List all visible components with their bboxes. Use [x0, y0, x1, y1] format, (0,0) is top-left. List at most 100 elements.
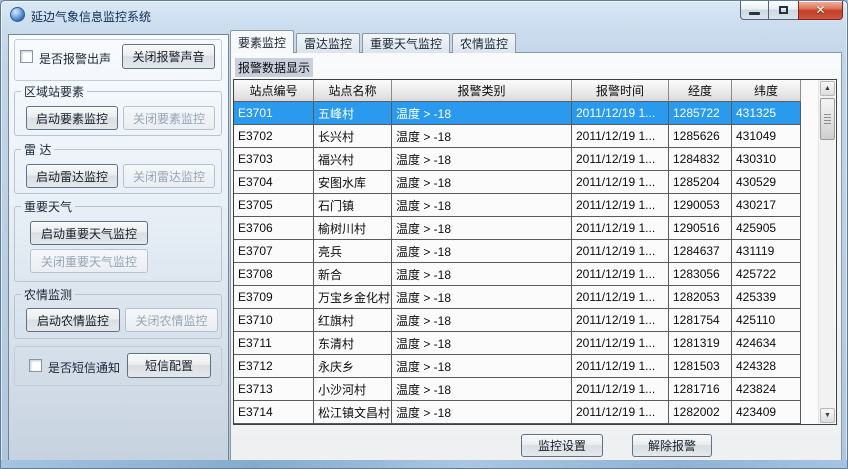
table-cell: 永庆乡 — [314, 355, 392, 378]
maximize-icon — [779, 6, 788, 14]
monitor-settings-button[interactable]: 监控设置 — [521, 434, 603, 457]
table-cell: 2011/12/19 1... — [572, 217, 669, 240]
table-cell: 温度 > -18 — [392, 125, 572, 148]
column-header[interactable]: 纬度 — [732, 80, 801, 102]
table-cell: E3703 — [234, 148, 314, 171]
scrollbar-thumb[interactable] — [820, 98, 835, 140]
table-cell: 温度 > -18 — [392, 263, 572, 286]
scroll-up-icon[interactable]: ▲ — [820, 81, 835, 96]
table-cell: 2011/12/19 1... — [572, 102, 669, 125]
table-cell: 2011/12/19 1... — [572, 355, 669, 378]
alarm-table: 站点编号站点名称报警类别报警时间经度纬度 E3701五峰村温度 > -18201… — [233, 79, 837, 425]
tab-1[interactable]: 要素监控 — [230, 30, 294, 53]
table-cell: 1284832 — [669, 148, 732, 171]
sound-alert-checkbox[interactable] — [20, 50, 33, 63]
start-weather-monitor-button[interactable]: 启动重要天气监控 — [30, 221, 148, 245]
table-cell: 温度 > -18 — [392, 286, 572, 309]
table-body: E3701五峰村温度 > -182011/12/19 1...128572243… — [234, 102, 801, 424]
table-cell: 430529 — [732, 171, 801, 194]
table-cell: 425339 — [732, 286, 801, 309]
table-row[interactable]: E3709万宝乡金化村温度 > -182011/12/19 1...128205… — [234, 286, 801, 309]
table-cell: 红旗村 — [314, 309, 392, 332]
table-row[interactable]: E3712永庆乡温度 > -182011/12/19 1...128150342… — [234, 355, 801, 378]
minimize-button[interactable] — [740, 1, 769, 20]
table-row[interactable]: E3703福兴村温度 > -182011/12/19 1...128483243… — [234, 148, 801, 171]
table-row[interactable]: E3701五峰村温度 > -182011/12/19 1...128572243… — [234, 102, 801, 125]
tab-2[interactable]: 雷达监控 — [296, 33, 360, 53]
column-header[interactable]: 站点名称 — [314, 80, 392, 102]
column-header[interactable]: 报警类别 — [392, 80, 572, 102]
group-title: 雷 达 — [21, 141, 54, 158]
table-row[interactable]: E3708新合温度 > -182011/12/19 1...1283056425… — [234, 263, 801, 286]
tab-3[interactable]: 重要天气监控 — [362, 33, 450, 53]
app-window: 延边气象信息监控系统 ✕ 是否报警出声 关闭报警声音 区域站要素 启动要素监控 … — [0, 0, 848, 469]
table-cell: 东清村 — [314, 332, 392, 355]
table-cell: 温度 > -18 — [392, 217, 572, 240]
table-cell: 新合 — [314, 263, 392, 286]
table-row[interactable]: E3714松江镇文昌村温度 > -182011/12/19 1...128200… — [234, 401, 801, 424]
table-cell: 425110 — [732, 309, 801, 332]
stop-element-monitor-button[interactable]: 关闭要素监控 — [123, 106, 215, 130]
start-radar-monitor-button[interactable]: 启动雷达监控 — [26, 164, 118, 188]
table-cell: E3711 — [234, 332, 314, 355]
table-row[interactable]: E3710红旗村温度 > -182011/12/19 1...128175442… — [234, 309, 801, 332]
tab-strip: 要素监控雷达监控重要天气监控农情监控 — [230, 30, 518, 53]
table-cell: 1281754 — [669, 309, 732, 332]
table-cell: 430310 — [732, 148, 801, 171]
column-header[interactable]: 经度 — [669, 80, 732, 102]
table-cell: 1281503 — [669, 355, 732, 378]
table-cell: 2011/12/19 1... — [572, 171, 669, 194]
table-row[interactable]: E3713小沙河村温度 > -182011/12/19 1...12817164… — [234, 378, 801, 401]
table-cell: E3709 — [234, 286, 314, 309]
column-header[interactable]: 报警时间 — [572, 80, 669, 102]
table-cell: E3713 — [234, 378, 314, 401]
table-cell: 小沙河村 — [314, 378, 392, 401]
sms-config-button[interactable]: 短信配置 — [127, 353, 211, 378]
maximize-button[interactable] — [769, 1, 798, 20]
table-cell: 2011/12/19 1... — [572, 125, 669, 148]
stop-agri-monitor-button[interactable]: 关闭农情监控 — [125, 308, 218, 332]
table-row[interactable]: E3711东清村温度 > -182011/12/19 1...128131942… — [234, 332, 801, 355]
table-cell: 424328 — [732, 355, 801, 378]
table-cell: 1282053 — [669, 286, 732, 309]
cancel-alarm-button[interactable]: 解除报警 — [632, 434, 712, 457]
table-cell: 1283056 — [669, 263, 732, 286]
table-row[interactable]: E3702长兴村温度 > -182011/12/19 1...128562643… — [234, 125, 801, 148]
column-header[interactable]: 站点编号 — [234, 80, 314, 102]
scroll-down-icon[interactable]: ▼ — [820, 408, 835, 423]
table-cell: E3712 — [234, 355, 314, 378]
table-cell: 2011/12/19 1... — [572, 263, 669, 286]
table-cell: 石门镇 — [314, 194, 392, 217]
table-cell: 2011/12/19 1... — [572, 240, 669, 263]
table-cell: 2011/12/19 1... — [572, 286, 669, 309]
table-cell: E3701 — [234, 102, 314, 125]
sms-notify-checkbox[interactable] — [29, 359, 42, 372]
tab-4[interactable]: 农情监控 — [452, 33, 516, 53]
window-controls: ✕ — [740, 1, 843, 20]
table-cell: 431049 — [732, 125, 801, 148]
start-agri-monitor-button[interactable]: 启动农情监控 — [26, 308, 120, 332]
close-alert-sound-button[interactable]: 关闭报警声音 — [122, 44, 215, 69]
close-button[interactable]: ✕ — [798, 1, 843, 20]
alarm-data-label: 报警数据显示 — [235, 58, 313, 77]
table-cell: 五峰村 — [314, 102, 392, 125]
table-row[interactable]: E3704安图水库温度 > -182011/12/19 1...12852044… — [234, 171, 801, 194]
title-bar[interactable]: 延边气象信息监控系统 ✕ — [1, 1, 847, 30]
table-cell: E3708 — [234, 263, 314, 286]
table-cell: 松江镇文昌村 — [314, 401, 392, 424]
stop-weather-monitor-button[interactable]: 关闭重要天气监控 — [30, 249, 148, 273]
stop-radar-monitor-button[interactable]: 关闭雷达监控 — [123, 164, 215, 188]
table-cell: 2011/12/19 1... — [572, 148, 669, 171]
table-row[interactable]: E3705石门镇温度 > -182011/12/19 1...129005343… — [234, 194, 801, 217]
window-bottom-edge — [1, 460, 847, 468]
vertical-scrollbar[interactable]: ▲ ▼ — [818, 80, 835, 424]
table-cell: 1281319 — [669, 332, 732, 355]
table-row[interactable]: E3707亮兵温度 > -182011/12/19 1...1284637431… — [234, 240, 801, 263]
start-element-monitor-button[interactable]: 启动要素监控 — [26, 106, 118, 130]
table-cell: 1285722 — [669, 102, 732, 125]
table-row[interactable]: E3706榆树川村温度 > -182011/12/19 1...12905164… — [234, 217, 801, 240]
table-cell: E3702 — [234, 125, 314, 148]
table-cell: E3706 — [234, 217, 314, 240]
table-cell: 福兴村 — [314, 148, 392, 171]
table-cell: 1282002 — [669, 401, 732, 424]
